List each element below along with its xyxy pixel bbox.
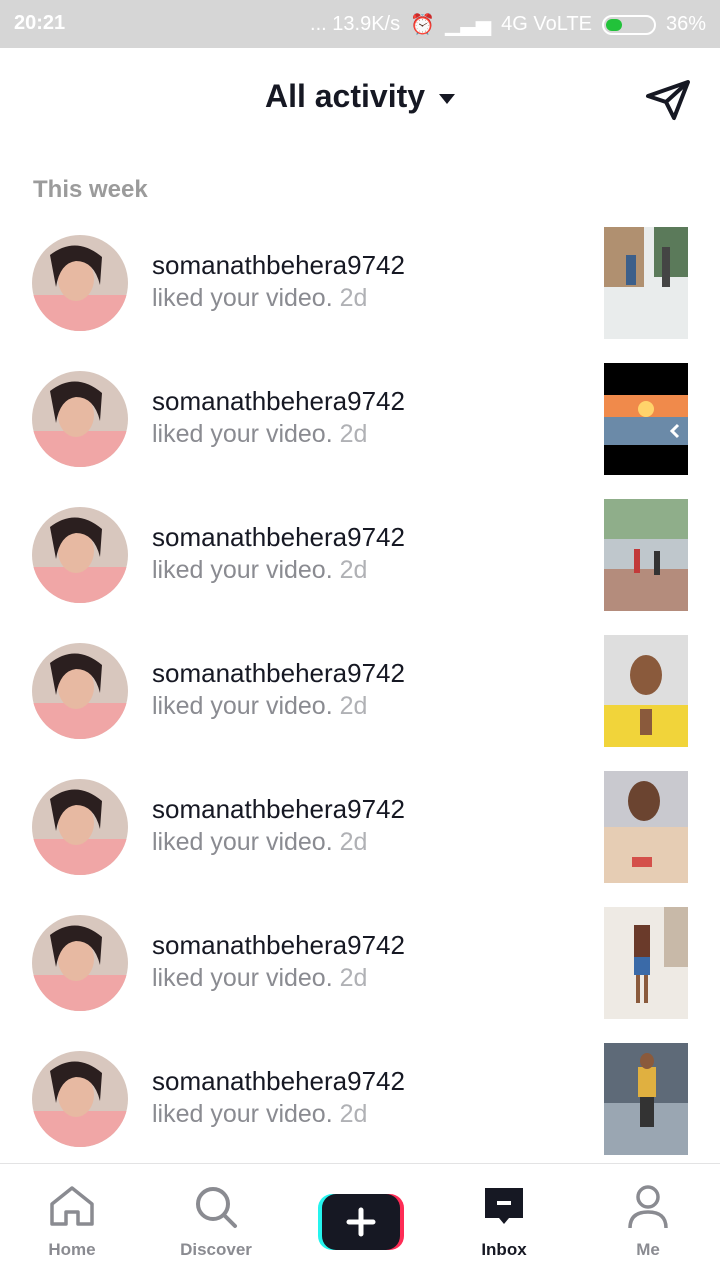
avatar[interactable] xyxy=(32,1051,128,1147)
network-type: 4G VoLTE xyxy=(501,13,592,35)
notification-list: somanathbehera9742 liked your video. 2d … xyxy=(0,226,720,1178)
battery-icon xyxy=(601,14,656,35)
video-thumbnail[interactable] xyxy=(604,227,688,339)
video-thumbnail[interactable] xyxy=(604,907,688,1019)
status-icons: ... 13.9K/s ⏰ ▁▃▅ 4G VoLTE 36% xyxy=(310,12,706,37)
bottom-tab-bar: Home Discover Inbox Me xyxy=(0,1163,720,1281)
avatar[interactable] xyxy=(32,779,128,875)
notification-row[interactable]: somanathbehera9742 liked your video. 2d xyxy=(0,906,720,1042)
notification-username[interactable]: somanathbehera9742 xyxy=(152,930,405,961)
caret-down-icon xyxy=(439,93,456,104)
tab-inbox[interactable]: Inbox xyxy=(432,1164,576,1281)
time-ago: 2d xyxy=(339,692,368,720)
video-thumbnail[interactable] xyxy=(604,635,688,747)
home-icon xyxy=(50,1186,94,1226)
activity-filter-dropdown[interactable]: All activity xyxy=(0,78,720,115)
notification-username[interactable]: somanathbehera9742 xyxy=(152,522,405,553)
notification-action: liked your video. 2d xyxy=(152,692,368,720)
search-icon xyxy=(196,1187,237,1228)
notification-action: liked your video. 2d xyxy=(152,284,368,312)
notification-action: liked your video. 2d xyxy=(152,420,368,448)
notification-row[interactable]: somanathbehera9742 liked your video. 2d xyxy=(0,226,720,362)
status-time: 20:21 xyxy=(14,12,66,34)
notification-row[interactable]: somanathbehera9742 liked your video. 2d xyxy=(0,770,720,906)
notification-row[interactable]: somanathbehera9742 liked your video. 2d xyxy=(0,634,720,770)
notification-username[interactable]: somanathbehera9742 xyxy=(152,794,405,825)
avatar[interactable] xyxy=(32,915,128,1011)
notification-action: liked your video. 2d xyxy=(152,1100,368,1128)
notification-row[interactable]: somanathbehera9742 liked your video. 2d xyxy=(0,362,720,498)
notification-action: liked your video. 2d xyxy=(152,556,368,584)
avatar[interactable] xyxy=(32,371,128,467)
section-label-this-week: This week xyxy=(33,176,148,203)
time-ago: 2d xyxy=(339,556,368,584)
paper-plane-icon[interactable] xyxy=(644,78,692,122)
video-thumbnail[interactable] xyxy=(604,363,688,475)
signal-icon: ▁▃▅ xyxy=(445,14,492,36)
network-speed: ... 13.9K/s xyxy=(310,13,401,35)
notification-row[interactable]: somanathbehera9742 liked your video. 2d xyxy=(0,498,720,634)
notification-row[interactable]: somanathbehera9742 liked your video. 2d xyxy=(0,1042,720,1178)
notification-username[interactable]: somanathbehera9742 xyxy=(152,386,405,417)
notification-username[interactable]: somanathbehera9742 xyxy=(152,250,405,281)
plus-icon xyxy=(318,1194,404,1250)
inbox-icon xyxy=(485,1188,523,1224)
video-thumbnail[interactable] xyxy=(604,771,688,883)
battery-percent: 36% xyxy=(665,13,706,35)
time-ago: 2d xyxy=(339,1100,368,1128)
notification-action: liked your video. 2d xyxy=(152,964,368,992)
alarm-icon: ⏰ xyxy=(410,14,436,36)
tab-home[interactable]: Home xyxy=(0,1164,144,1281)
avatar[interactable] xyxy=(32,643,128,739)
notification-username[interactable]: somanathbehera9742 xyxy=(152,658,405,689)
create-button[interactable] xyxy=(318,1194,404,1250)
video-thumbnail[interactable] xyxy=(604,499,688,611)
time-ago: 2d xyxy=(339,284,368,312)
notification-action: liked your video. 2d xyxy=(152,828,368,856)
status-bar: 20:21 ... 13.9K/s ⏰ ▁▃▅ 4G VoLTE 36% xyxy=(0,0,720,48)
avatar[interactable] xyxy=(32,235,128,331)
tab-me[interactable]: Me xyxy=(576,1164,720,1281)
video-thumbnail[interactable] xyxy=(604,1043,688,1155)
tab-discover[interactable]: Discover xyxy=(144,1164,288,1281)
time-ago: 2d xyxy=(339,964,368,992)
time-ago: 2d xyxy=(339,420,368,448)
inbox-header: All activity xyxy=(0,48,720,152)
person-icon xyxy=(628,1185,668,1229)
time-ago: 2d xyxy=(339,828,368,856)
page-title: All activity xyxy=(264,78,426,114)
notification-username[interactable]: somanathbehera9742 xyxy=(152,1066,405,1097)
avatar[interactable] xyxy=(32,507,128,603)
